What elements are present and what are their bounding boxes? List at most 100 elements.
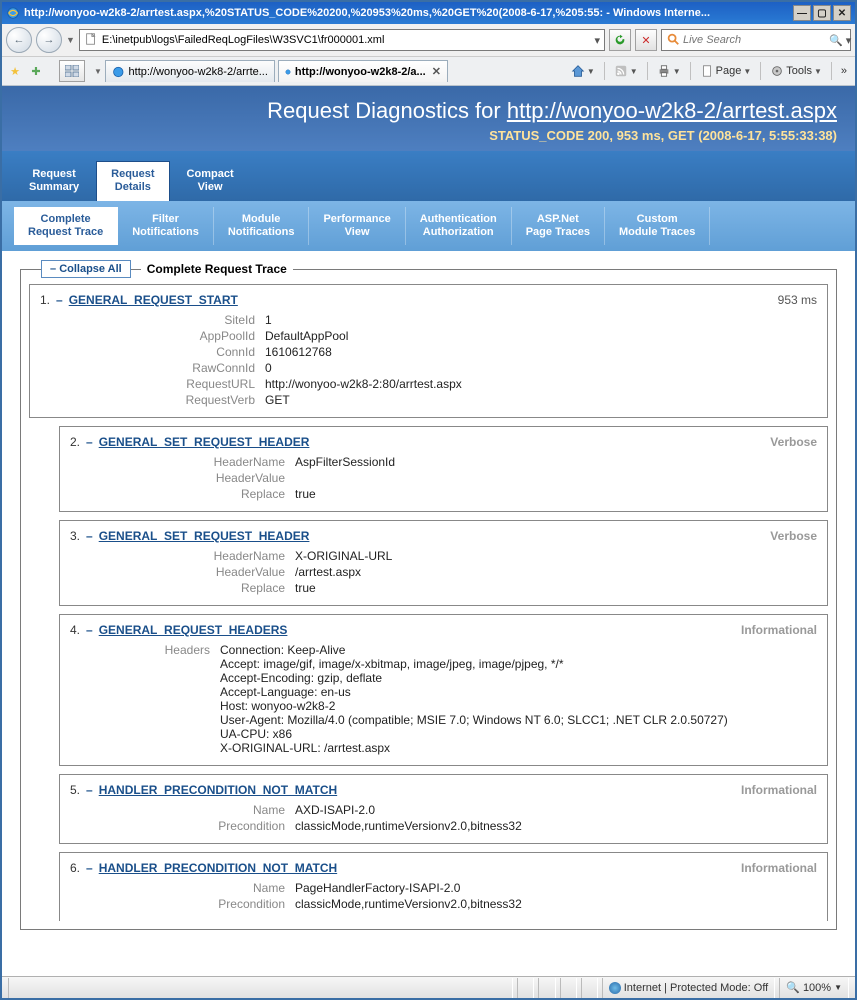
refresh-button[interactable] xyxy=(609,29,631,51)
recent-pages-dropdown[interactable]: ▼ xyxy=(66,35,75,45)
search-input[interactable] xyxy=(683,34,826,46)
event-number: 4. xyxy=(70,623,80,637)
status-panel-empty xyxy=(8,978,513,998)
event-toggle-icon[interactable]: – xyxy=(86,623,93,637)
kv-key: RequestURL xyxy=(40,377,265,391)
event-name-link[interactable]: HANDLER_PRECONDITION_NOT_MATCH xyxy=(99,861,337,875)
kv-key: Name xyxy=(70,803,295,817)
zoom-dropdown-icon[interactable]: ▼ xyxy=(834,983,842,992)
quick-tabs-dropdown[interactable]: ▼ xyxy=(94,67,102,76)
subtab-auth-authorization[interactable]: Authentication Authorization xyxy=(406,207,512,245)
tab-0[interactable]: http://wonyoo-w2k8-2/arrte... xyxy=(105,60,275,82)
subtab-custom-module-traces[interactable]: Custom Module Traces xyxy=(605,207,710,245)
tab-1[interactable]: http://wonyoo-w2k8-2/a... ✕ xyxy=(278,60,448,82)
kv-val: Connection: Keep-Alive Accept: image/gif… xyxy=(220,643,817,755)
event-toggle-icon[interactable]: – xyxy=(86,529,93,543)
quick-tabs-button[interactable] xyxy=(59,60,85,82)
search-go-button[interactable]: 🔍 xyxy=(829,34,843,47)
kv-val xyxy=(295,471,817,485)
kv-val: GET xyxy=(265,393,817,407)
kv-val: AspFilterSessionId xyxy=(295,455,817,469)
tab-compact-view[interactable]: Compact View xyxy=(172,161,249,201)
separator xyxy=(690,62,691,80)
event-name-link[interactable]: GENERAL_SET_REQUEST_HEADER xyxy=(99,529,310,543)
subtab-complete-trace[interactable]: Complete Request Trace xyxy=(14,207,118,245)
kv-val: classicMode,runtimeVersionv2.0,bitness32 xyxy=(295,897,817,911)
separator xyxy=(647,62,648,80)
event-toggle-icon[interactable]: – xyxy=(56,293,63,307)
event-level: Informational xyxy=(741,861,817,875)
kv-key: AppPoolId xyxy=(40,329,265,343)
tools-menu-button[interactable]: Tools▼ xyxy=(766,62,826,80)
zoom-icon: 🔍 xyxy=(786,981,800,994)
subtab-performance-view[interactable]: Performance View xyxy=(309,207,405,245)
event-name-link[interactable]: GENERAL_REQUEST_HEADERS xyxy=(99,623,288,637)
kv-val: AXD-ISAPI-2.0 xyxy=(295,803,817,817)
add-to-favorites-icon[interactable]: ✚ xyxy=(27,62,45,80)
collapse-all-button[interactable]: – Collapse All xyxy=(41,260,131,278)
event-1: 1. – GENERAL_REQUEST_START 953 ms SiteId… xyxy=(29,284,828,418)
search-dropdown-icon[interactable]: ▾ xyxy=(846,34,852,47)
page-content: Request Diagnostics for http://wonyoo-w2… xyxy=(2,86,855,976)
kv-key: HeaderValue xyxy=(70,565,295,579)
main-tab-row: Request Summary Request Details Compact … xyxy=(2,151,855,201)
feeds-button[interactable]: ▼ xyxy=(610,62,642,80)
kv-key: HeaderName xyxy=(70,455,295,469)
favorites-star-icon[interactable]: ★ xyxy=(6,62,24,80)
separator xyxy=(831,62,832,80)
zone-text: Internet | Protected Mode: Off xyxy=(624,982,769,994)
window-frame: http://wonyoo-w2k8-2/arrtest.aspx,%20STA… xyxy=(0,0,857,1000)
back-button[interactable]: ← xyxy=(6,27,32,53)
tab-request-summary[interactable]: Request Summary xyxy=(14,161,94,201)
zone-panel[interactable]: Internet | Protected Mode: Off xyxy=(602,978,776,998)
tab-request-details[interactable]: Request Details xyxy=(96,161,169,201)
status-panel xyxy=(517,978,534,998)
maximize-button[interactable]: ▢ xyxy=(813,5,831,21)
event-5: 5. – HANDLER_PRECONDITION_NOT_MATCH Info… xyxy=(59,774,828,844)
event-toggle-icon[interactable]: – xyxy=(86,435,93,449)
event-toggle-icon[interactable]: – xyxy=(86,783,93,797)
event-number: 6. xyxy=(70,861,80,875)
kv-key: Name xyxy=(70,881,295,895)
event-level: Informational xyxy=(741,783,817,797)
event-level: Informational xyxy=(741,623,817,637)
address-input[interactable] xyxy=(102,34,591,46)
kv-key: Headers xyxy=(70,643,220,755)
stop-button[interactable]: ✕ xyxy=(635,29,657,51)
tab-0-label: http://wonyoo-w2k8-2/arrte... xyxy=(129,66,268,78)
event-name-link[interactable]: HANDLER_PRECONDITION_NOT_MATCH xyxy=(99,783,337,797)
minimize-button[interactable]: — xyxy=(793,5,811,21)
address-bar[interactable]: ▾ xyxy=(79,29,605,51)
globe-icon xyxy=(609,982,621,994)
forward-button[interactable]: → xyxy=(36,27,62,53)
nav-toolbar: ← → ▼ ▾ ✕ 🔍 ▾ xyxy=(2,24,855,57)
page-menu-button[interactable]: Page▼ xyxy=(696,62,756,80)
close-button[interactable]: ✕ xyxy=(833,5,851,21)
tab-close-icon[interactable]: ✕ xyxy=(432,65,441,78)
print-button[interactable]: ▼ xyxy=(653,62,685,80)
event-4: 4. – GENERAL_REQUEST_HEADERS Information… xyxy=(59,614,828,766)
event-name-link[interactable]: GENERAL_REQUEST_START xyxy=(69,293,238,307)
event-name-link[interactable]: GENERAL_SET_REQUEST_HEADER xyxy=(99,435,310,449)
address-dropdown-icon[interactable]: ▾ xyxy=(594,34,600,47)
status-line: STATUS_CODE 200, 953 ms, GET (2008-6-17,… xyxy=(20,128,837,143)
toolbar-chevron[interactable]: » xyxy=(837,63,851,79)
trace-body: – Collapse All Complete Request Trace 1.… xyxy=(2,251,855,948)
kv-key: ConnId xyxy=(40,345,265,359)
kv-val: PageHandlerFactory-ISAPI-2.0 xyxy=(295,881,817,895)
status-bar: Internet | Protected Mode: Off 🔍 100% ▼ xyxy=(2,976,855,998)
kv-val: http://wonyoo-w2k8-2:80/arrtest.aspx xyxy=(265,377,817,391)
home-button[interactable]: ▼ xyxy=(567,62,599,80)
search-box[interactable]: 🔍 ▾ xyxy=(661,29,851,51)
title-url-link[interactable]: http://wonyoo-w2k8-2/arrtest.aspx xyxy=(507,98,837,123)
status-panel xyxy=(538,978,555,998)
subtab-module-notifications[interactable]: Module Notifications xyxy=(214,207,310,245)
kv-key: Precondition xyxy=(70,819,295,833)
subtab-filter-notifications[interactable]: Filter Notifications xyxy=(118,207,214,245)
kv-val: 0 xyxy=(265,361,817,375)
subtab-aspnet-traces[interactable]: ASP.Net Page Traces xyxy=(512,207,605,245)
zoom-value: 100% xyxy=(803,982,831,994)
event-toggle-icon[interactable]: – xyxy=(86,861,93,875)
kv-key: HeaderName xyxy=(70,549,295,563)
zoom-panel[interactable]: 🔍 100% ▼ xyxy=(779,978,849,998)
